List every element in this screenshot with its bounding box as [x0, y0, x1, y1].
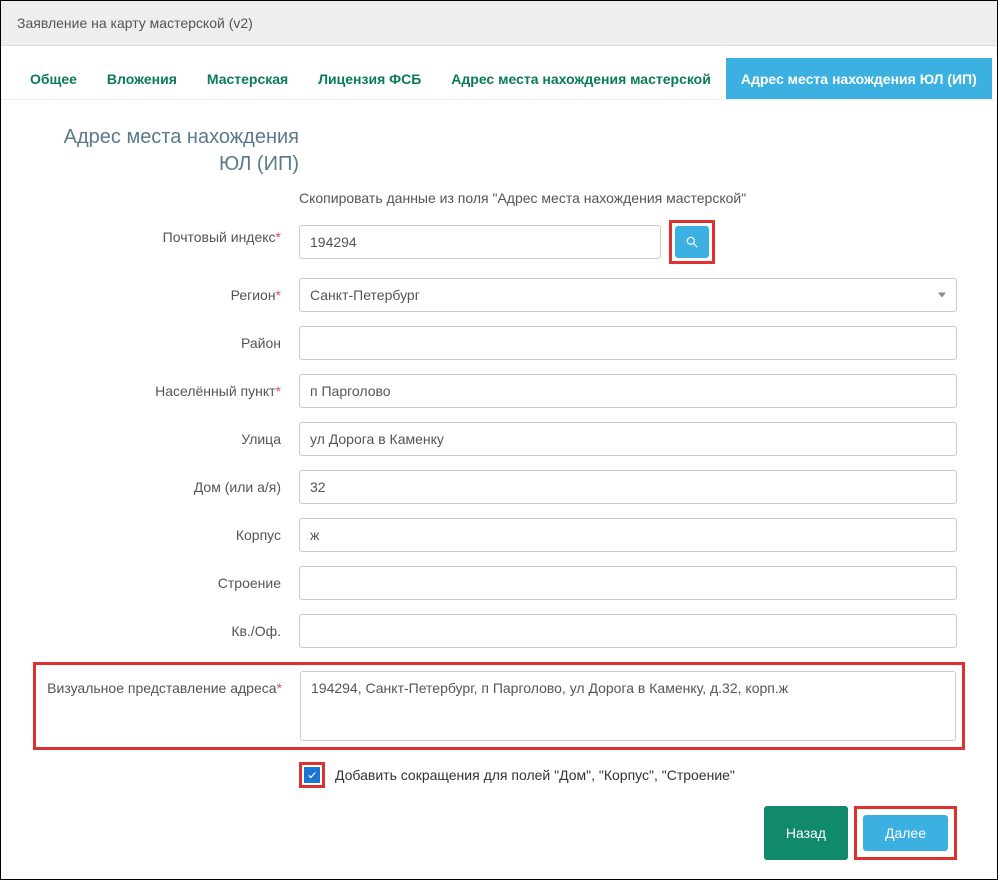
- window-title: Заявление на карту мастерской (v2): [1, 1, 997, 46]
- street-input[interactable]: [299, 422, 957, 456]
- postal-label: Почтовый индекс*: [41, 220, 299, 245]
- korpus-label: Корпус: [41, 518, 299, 543]
- tab-attachments[interactable]: Вложения: [92, 58, 192, 99]
- abbrev-checkbox-label[interactable]: Добавить сокращения для полей "Дом", "Ко…: [335, 767, 735, 783]
- search-highlight: [669, 220, 715, 264]
- district-input[interactable]: [299, 326, 957, 360]
- region-select[interactable]: Санкт-Петербург: [299, 278, 957, 312]
- abbrev-checkbox[interactable]: [304, 767, 320, 783]
- korpus-input[interactable]: [299, 518, 957, 552]
- next-button-highlight: Далее: [854, 806, 957, 860]
- tab-workshop[interactable]: Мастерская: [192, 58, 303, 99]
- street-label: Улица: [41, 422, 299, 447]
- visual-address-highlight: Визуальное представление адреса*: [33, 662, 965, 750]
- tab-bar: Общее Вложения Мастерская Лицензия ФСБ А…: [1, 46, 997, 100]
- building-input[interactable]: [299, 566, 957, 600]
- back-button[interactable]: Назад: [764, 806, 848, 860]
- tab-address-workshop[interactable]: Адрес места нахождения мастерской: [436, 58, 726, 99]
- locality-label: Населённый пункт*: [41, 374, 299, 399]
- copy-hint-link[interactable]: Скопировать данные из поля "Адрес места …: [299, 190, 746, 206]
- check-icon: [307, 770, 317, 780]
- flat-label: Кв./Оф.: [41, 614, 299, 639]
- search-button[interactable]: [675, 226, 709, 258]
- postal-input[interactable]: [299, 225, 661, 259]
- tab-address-legal[interactable]: Адрес места нахождения ЮЛ (ИП): [726, 58, 992, 99]
- chevron-down-icon: [938, 293, 946, 298]
- section-title: Адрес места нахождения ЮЛ (ИП): [41, 124, 299, 178]
- district-label: Район: [41, 326, 299, 351]
- tab-general[interactable]: Общее: [15, 58, 92, 99]
- building-label: Строение: [41, 566, 299, 591]
- house-label: Дом (или а/я): [41, 470, 299, 495]
- region-label: Регион*: [41, 278, 299, 303]
- tab-director[interactable]: Руководитель: [992, 58, 998, 99]
- tab-license-fsb[interactable]: Лицензия ФСБ: [303, 58, 436, 99]
- visual-address-textarea[interactable]: [300, 671, 956, 741]
- locality-input[interactable]: [299, 374, 957, 408]
- house-input[interactable]: [299, 470, 957, 504]
- checkbox-highlight: [299, 762, 325, 788]
- next-button[interactable]: Далее: [863, 815, 948, 851]
- search-icon: [685, 235, 699, 249]
- flat-input[interactable]: [299, 614, 957, 648]
- visual-label: Визуальное представление адреса*: [42, 671, 300, 696]
